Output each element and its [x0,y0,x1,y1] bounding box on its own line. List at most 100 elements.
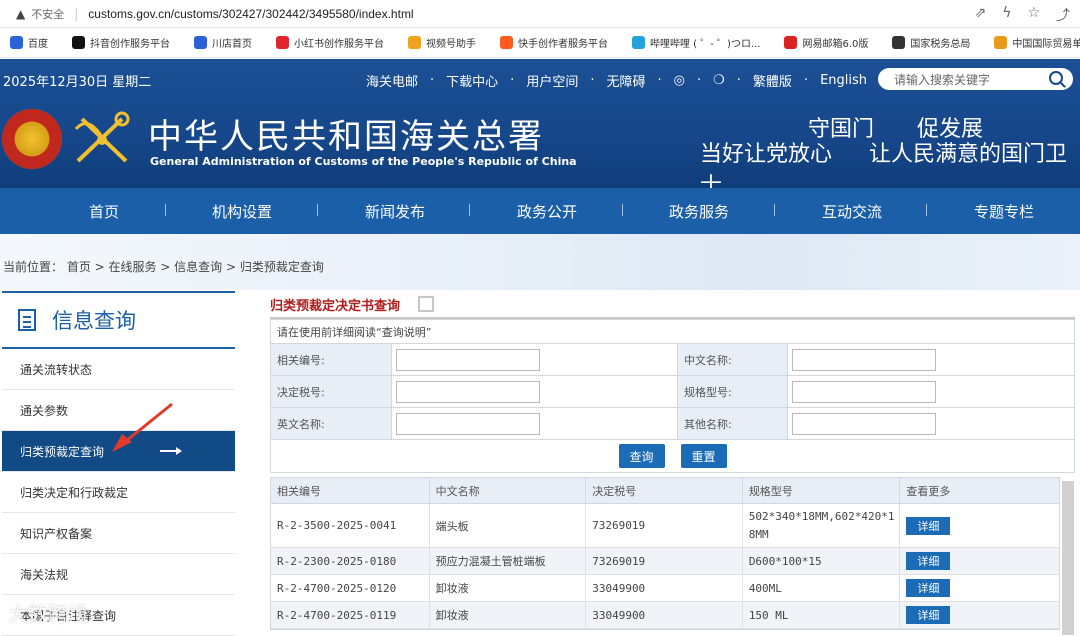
national-emblem-logo [2,109,62,169]
warning-icon: ▲ [16,6,26,21]
query-form: 请在使用前详细阅读“查询说明” 相关编号: 中文名称: 决定税号: 规格型号: … [270,319,1075,473]
other-name-input[interactable] [791,412,936,435]
detail-button[interactable]: 详细 [906,516,951,535]
nav-news[interactable]: 新闻发布 [365,201,425,222]
notice-text[interactable]: 请在使用前详细阅读“查询说明” [271,320,1074,344]
bookmark-icon [194,36,207,49]
nav-home[interactable]: 首页 [89,201,119,222]
tax-no-label: 决定税号: [271,376,392,407]
table-row: R-2-4700-2025-0119 卸妆液 33049900 150 ML 详… [271,602,1059,629]
red-pointer-arrow-icon [112,402,173,452]
print-icon[interactable] [418,296,434,312]
detail-button[interactable]: 详细 [906,606,951,624]
bookmark-icon [408,36,421,49]
site-header: 2025年12月30日 星期二 海关电邮 · 下载中心 · 用户空间 · 无障碍 · ◎… [0,59,1080,199]
toplink-download[interactable]: 下载中心 [446,71,498,90]
site-title-cn: 中华人民共和国海关总署 [148,117,544,157]
en-name-label: 英文名称: [271,408,392,439]
lightning-icon[interactable]: ϟ [1002,5,1011,25]
detail-button[interactable]: 详细 [906,579,951,597]
sidebar-item-classification-rulings[interactable]: 归类决定和行政裁定 [2,472,235,513]
browser-url-bar[interactable]: ▲ 不安全 | customs.gov.cn/customs/302427/30… [0,0,1080,28]
tax-no-input[interactable] [395,380,540,403]
bookmark-item[interactable]: 国家税务总局 [892,35,970,50]
document-icon [18,309,36,331]
bookmark-icon [632,36,645,49]
detail-button[interactable]: 详细 [906,552,951,570]
col-spec: 规格型号 [743,478,901,503]
toplink-traditional[interactable]: 繁體版 [753,71,792,90]
bookmark-item[interactable]: 视频号助手 [408,35,476,50]
star-icon[interactable]: ☆ [1027,5,1040,25]
reset-button[interactable]: 重置 [680,444,727,468]
nav-organization[interactable]: 机构设置 [212,201,272,222]
cn-name-label: 中文名称: [677,344,788,375]
wechat-icon[interactable]: ❍ [713,73,725,88]
bookmark-item[interactable]: 网易邮箱6.0版 [784,35,868,50]
nav-interaction[interactable]: 互动交流 [822,201,882,222]
ref-no-input[interactable] [395,348,540,371]
results-table: 相关编号 中文名称 决定税号 规格型号 查看更多 R-2-3500-2025-0… [270,477,1060,630]
bookmarks-bar: 百度 抖音创作服务平台 川店首页 小红书创作服务平台 视频号助手 快手创作者服务平台 哔哩哔… [0,28,1080,58]
main-nav: 首页 机构设置 新闻发布 政务公开 政务服务 互动交流 专题专栏 [0,188,1080,234]
spec-label: 规格型号: [677,376,788,407]
nav-government-affairs[interactable]: 政务公开 [517,201,577,222]
nav-services[interactable]: 政务服务 [669,201,729,222]
bookmark-icon [276,36,289,49]
header-date: 2025年12月30日 星期二 [3,75,152,90]
bookmark-item[interactable]: 百度 [10,35,48,50]
breadcrumb: 当前位置： 首页 > 在线服务 > 信息查询 > 归类预裁定查询 [3,260,324,274]
customs-key-logo [74,111,130,163]
bookmark-icon [784,36,798,49]
bookmark-icon [892,36,906,49]
ref-no-label: 相关编号: [271,344,392,375]
bookmark-item[interactable]: 小红书创作服务平台 [276,35,384,50]
bookmark-icon [500,36,513,49]
nav-topics[interactable]: 专题专栏 [974,201,1034,222]
en-name-input[interactable] [395,412,540,435]
col-tax-no: 决定税号 [586,478,743,503]
table-row: R-2-4700-2025-0120 卸妆液 33049900 400ML 详细 [271,575,1059,602]
spec-input[interactable] [791,380,936,403]
extension-icon[interactable]: ⤴ [1056,5,1070,25]
search-input[interactable]: 请输入搜索关键字 [878,68,1073,90]
query-panel: 归类预裁定决定书查询 请在使用前详细阅读“查询说明” 相关编号: 中文名称: 决… [270,291,1075,630]
table-row: R-2-2300-2025-0180 预应力混凝土管桩端板 73269019 D… [271,548,1059,575]
toplink-english[interactable]: English [820,73,867,88]
bookmark-icon [994,36,1008,49]
toplink-email[interactable]: 海关电邮 [366,71,418,90]
sidebar-header: 信息查询 [2,291,235,349]
toplink-accessibility[interactable]: 无障碍 [606,71,645,90]
sidebar-item-clearance-status[interactable]: 通关流转状态 [2,349,235,390]
bookmark-item[interactable]: 快手创作者服务平台 [500,35,608,50]
bookmark-item[interactable]: 抖音创作服务平台 [72,35,170,50]
search-placeholder: 请输入搜索关键字 [894,72,991,87]
sidebar-title: 信息查询 [52,309,136,333]
query-title: 归类预裁定决定书查询 [270,291,1075,319]
share-icon[interactable]: ⇗ [974,5,986,25]
site-title-en: General Administration of Customs of the… [150,155,577,168]
weibo-icon[interactable]: ◎ [674,73,685,88]
bookmark-item[interactable]: 哔哩哔哩 ( ゜- ゜)つロ... [632,35,760,50]
url-separator: | [74,6,79,21]
url-text[interactable]: customs.gov.cn/customs/302427/302442/349… [88,7,413,21]
table-row: R-2-3500-2025-0041 端头板 73269019 502*340*… [271,504,1059,548]
sidebar-item-regulations[interactable]: 海关法规 [2,554,235,595]
security-label: 不安全 [31,7,65,21]
col-more: 查看更多 [906,484,951,498]
scrollbar[interactable] [1062,481,1074,635]
browser-tools: ⇗ ϟ ☆ ⤴ [974,5,1070,25]
bookmark-item[interactable]: 川店首页 [194,35,252,50]
bookmark-item[interactable]: 中国国际贸易单一窗口 [994,35,1080,50]
bookmark-icon [10,36,23,49]
search-icon[interactable] [1049,71,1063,85]
toplink-userspace[interactable]: 用户空间 [526,71,578,90]
top-links: 海关电邮 · 下载中心 · 用户空间 · 无障碍 · ◎ · ❍ · 繁體版 · Englis… [366,71,868,90]
col-ref-no: 相关编号 [271,478,430,503]
other-name-label: 其他名称: [677,408,788,439]
bookmark-icon [72,36,85,49]
sidebar: 信息查询 通关流转状态 通关参数 归类预裁定查询 归类决定和行政裁定 知识产权备… [2,291,235,636]
sidebar-item-ip-filing[interactable]: 知识产权备案 [2,513,235,554]
cn-name-input[interactable] [791,348,936,371]
query-button[interactable]: 查询 [618,444,665,468]
